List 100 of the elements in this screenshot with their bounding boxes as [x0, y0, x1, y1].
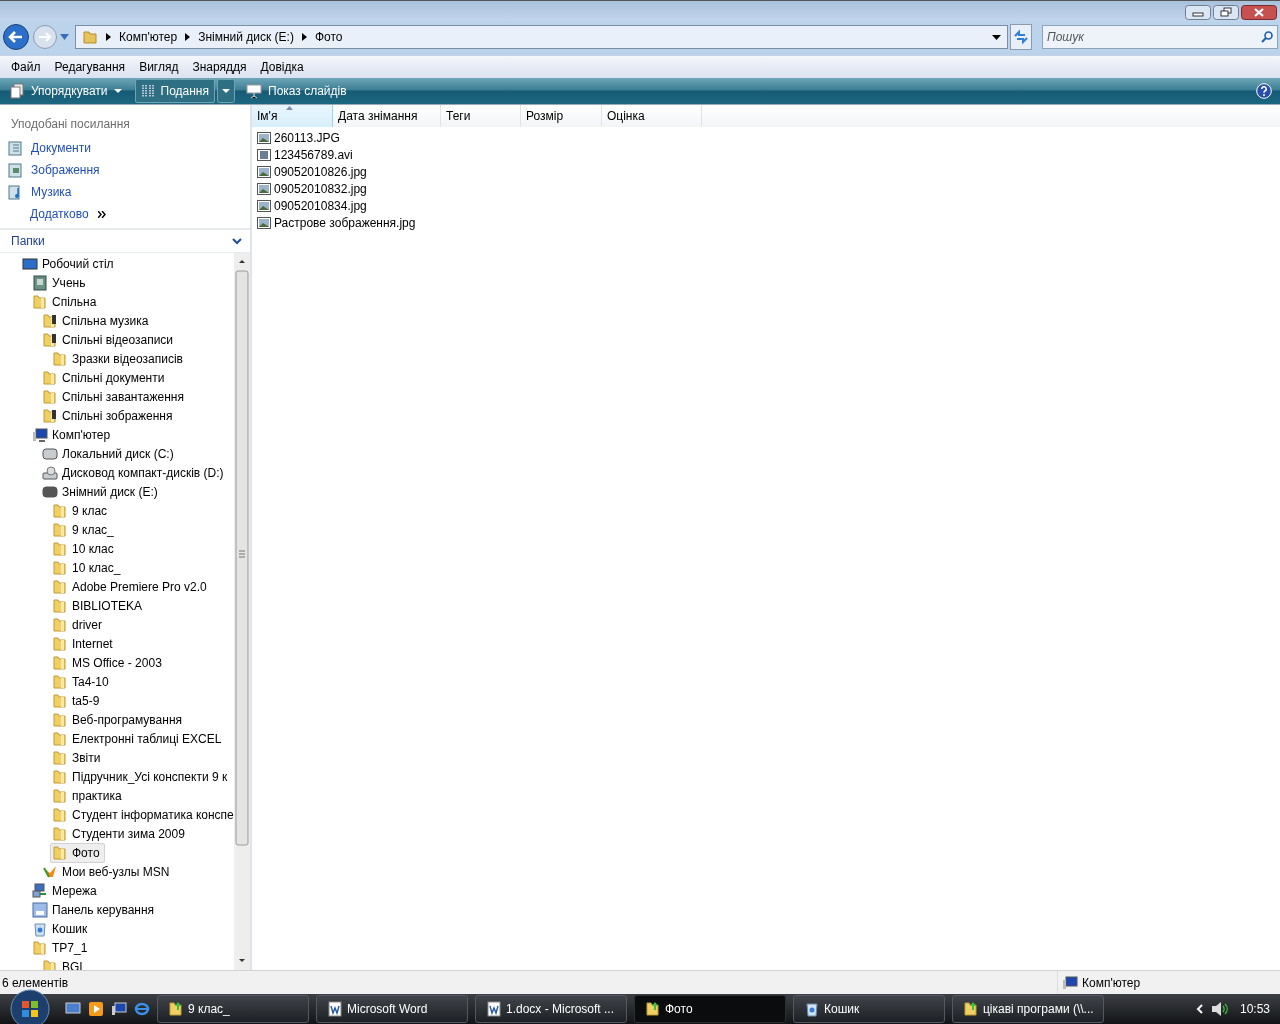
- views-button[interactable]: Подання: [134, 79, 215, 103]
- refresh-button[interactable]: [1010, 24, 1032, 50]
- start-button[interactable]: [10, 989, 50, 1024]
- tree-item[interactable]: Мои веб-узлы MSN: [40, 861, 175, 882]
- favorite-link[interactable]: Додатково: [0, 203, 250, 225]
- tree-item[interactable]: Adobe Premiere Pro v2.0: [50, 576, 212, 597]
- tree-item[interactable]: Локальний диск (C:): [40, 443, 179, 464]
- menu-item[interactable]: Довідка: [253, 60, 311, 74]
- file-item[interactable]: 260113.JPG: [257, 129, 340, 146]
- tree-item[interactable]: Веб-програмування: [50, 709, 188, 730]
- minimize-button[interactable]: [1185, 4, 1211, 20]
- browser-icon[interactable]: [134, 1001, 150, 1017]
- favorite-link[interactable]: Зображення: [0, 159, 250, 181]
- restore-button[interactable]: [1213, 4, 1239, 20]
- hard-drive-icon: [42, 445, 58, 462]
- tree-item[interactable]: 9 клас: [50, 500, 113, 521]
- tree-item[interactable]: 10 клас_: [50, 557, 126, 578]
- tree-item[interactable]: MS Office - 2003: [50, 652, 167, 673]
- folder-icon: [82, 29, 98, 45]
- folder-icon: [52, 711, 68, 728]
- media-player-icon[interactable]: [88, 1001, 104, 1017]
- chevron-down-icon[interactable]: [232, 237, 242, 245]
- breadcrumb[interactable]: Знімний диск (E:): [198, 30, 294, 44]
- tree-item[interactable]: Ta4-10: [50, 671, 114, 692]
- search-icon[interactable]: [1261, 31, 1273, 43]
- search-field[interactable]: Пошук: [1042, 25, 1278, 49]
- network-icon: [32, 882, 48, 899]
- taskbar-button[interactable]: Кошик: [793, 995, 945, 1023]
- file-item[interactable]: 09052010826.jpg: [257, 163, 367, 180]
- file-item[interactable]: 123456789.avi: [257, 146, 353, 163]
- tree-item[interactable]: Панель керування: [30, 899, 160, 920]
- tree-item[interactable]: Електронні таблиці EXCEL: [50, 728, 227, 749]
- tree-item[interactable]: BIBLIOTEKA: [50, 595, 148, 616]
- address-bar[interactable]: Комп'ютер Знімний диск (E:) Фото: [75, 25, 1008, 49]
- tree-item[interactable]: driver: [50, 614, 107, 635]
- taskbar-button[interactable]: Microsoft Word: [316, 995, 468, 1023]
- tree-item[interactable]: Кошик: [30, 918, 93, 939]
- favorite-link[interactable]: Музика: [0, 181, 250, 203]
- tree-item[interactable]: практика: [50, 785, 127, 806]
- close-button[interactable]: [1241, 4, 1277, 20]
- breadcrumb-arrow-icon[interactable]: [185, 33, 191, 41]
- file-item[interactable]: 09052010832.jpg: [257, 180, 367, 197]
- breadcrumb-arrow-icon[interactable]: [301, 33, 307, 41]
- tree-item[interactable]: Мережа: [30, 880, 102, 901]
- tree-item[interactable]: 10 клас: [50, 538, 119, 559]
- tree-item[interactable]: Студенти зима 2009: [50, 823, 190, 844]
- menu-item[interactable]: Знаряддя: [185, 60, 254, 74]
- taskbar-button[interactable]: цікаві програми (\\...: [952, 995, 1104, 1023]
- favorite-link[interactable]: Документи: [0, 137, 250, 159]
- recycle-bin-icon: [804, 1001, 820, 1017]
- breadcrumb-arrow-icon[interactable]: [106, 33, 111, 41]
- column-header[interactable]: Ім'я: [252, 105, 333, 127]
- show-desktop-icon[interactable]: [65, 1002, 81, 1016]
- tree-item[interactable]: ta5-9: [50, 690, 105, 711]
- tree-item[interactable]: Спільна: [30, 291, 102, 312]
- tree-item[interactable]: Звіти: [50, 747, 106, 768]
- breadcrumb[interactable]: Комп'ютер: [119, 30, 178, 44]
- taskbar-button[interactable]: Фото: [634, 995, 786, 1023]
- vertical-scrollbar[interactable]: [234, 253, 250, 970]
- chevron-left-icon[interactable]: [1195, 1004, 1204, 1014]
- file-item[interactable]: Растрове зображення.jpg: [257, 214, 416, 231]
- column-header[interactable]: Теги: [441, 105, 521, 127]
- file-item[interactable]: 09052010834.jpg: [257, 197, 367, 214]
- tree-item[interactable]: Спільні завантаження: [40, 386, 189, 407]
- help-icon[interactable]: [1256, 83, 1272, 99]
- tree-item[interactable]: Підручник_Усі конспекти 9 к: [50, 766, 233, 787]
- history-dropdown-icon[interactable]: [60, 34, 69, 40]
- address-dropdown-icon[interactable]: [992, 34, 1001, 40]
- taskbar-button[interactable]: 9 клас_: [157, 995, 309, 1023]
- menu-item[interactable]: Файл: [4, 60, 48, 74]
- tree-item[interactable]: TP7_1: [30, 937, 93, 958]
- back-button[interactable]: [2, 23, 30, 51]
- tree-item[interactable]: Робочий стіл: [20, 253, 119, 274]
- tree-item[interactable]: Internet: [50, 633, 118, 654]
- speaker-icon[interactable]: [1210, 1001, 1229, 1017]
- organize-button[interactable]: Упорядкувати: [4, 80, 127, 102]
- tree-item[interactable]: Спільні відеозаписи: [40, 329, 179, 350]
- tree-item[interactable]: Знімний диск (E:): [40, 481, 163, 502]
- clock[interactable]: 10:53: [1239, 1002, 1270, 1016]
- tree-item[interactable]: Фото: [50, 842, 105, 863]
- slideshow-button[interactable]: Показ слайдів: [241, 80, 352, 102]
- tree-item[interactable]: Студент інформатика конспе: [50, 804, 234, 825]
- menu-item[interactable]: Редагування: [47, 60, 133, 74]
- menu-item[interactable]: Вигляд: [132, 60, 186, 74]
- tree-item[interactable]: Учень: [30, 272, 91, 293]
- tree-item[interactable]: Зразки відеозаписів: [50, 348, 188, 369]
- column-header[interactable]: Розмір: [521, 105, 602, 127]
- breadcrumb[interactable]: Фото: [314, 30, 343, 44]
- tree-item[interactable]: Дисковод компакт-дисків (D:): [40, 462, 229, 483]
- views-dropdown-button[interactable]: [217, 79, 235, 103]
- taskbar-button[interactable]: 1.docx - Microsoft ...: [475, 995, 627, 1023]
- tree-item[interactable]: Спільна музика: [40, 310, 154, 331]
- section-heading[interactable]: Папки: [11, 234, 45, 248]
- tree-item[interactable]: Комп'ютер: [30, 424, 116, 445]
- tree-item[interactable]: Спільні документи: [40, 367, 170, 388]
- tree-item[interactable]: Спільні зображення: [40, 405, 178, 426]
- tree-item[interactable]: 9 клас_: [50, 519, 119, 540]
- column-header[interactable]: Дата знімання: [333, 105, 441, 127]
- computer-icon[interactable]: [111, 1001, 127, 1017]
- column-header[interactable]: Оцінка: [602, 105, 702, 127]
